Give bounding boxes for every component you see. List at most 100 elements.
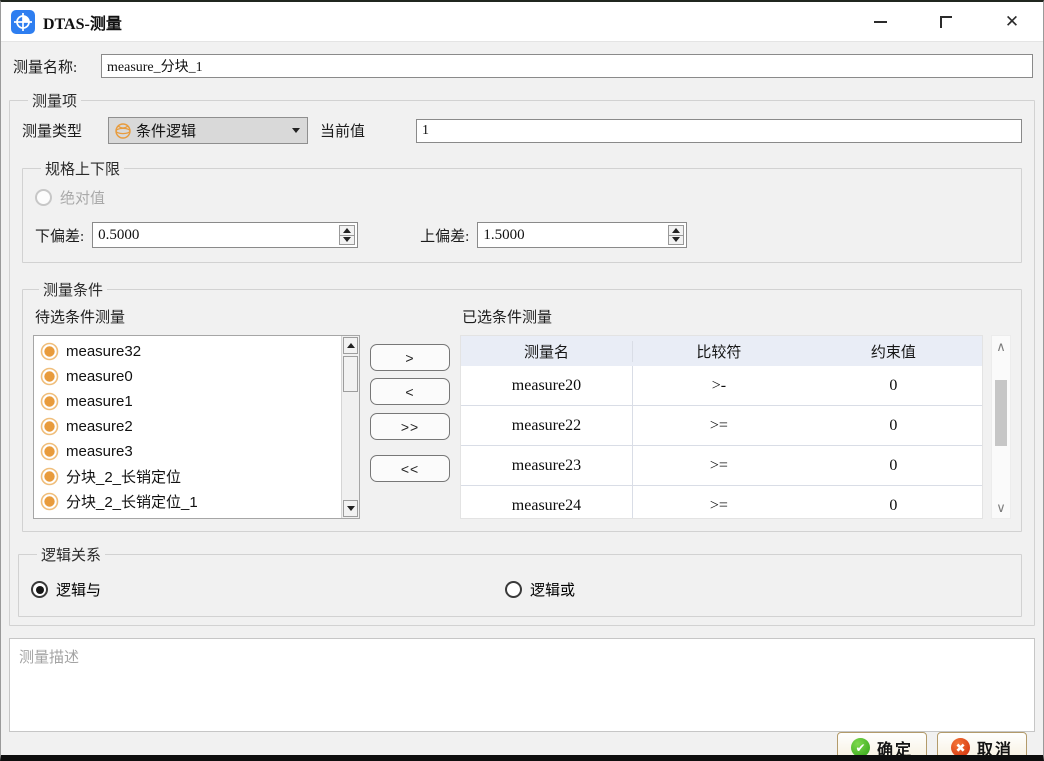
move-right-button[interactable]: >	[370, 344, 450, 371]
x-circle-icon: ✖	[951, 738, 970, 757]
list-item-label: measure3	[66, 443, 133, 460]
selected-measures-table[interactable]: 测量名 比较符 约束值 measure20>-0measure22>=0meas…	[460, 335, 983, 519]
upper-deviation-label: 上偏差:	[420, 225, 469, 246]
cell-constraint-value: 0	[805, 497, 982, 515]
lower-deviation-label: 下偏差:	[35, 225, 84, 246]
scrollbar-thumb[interactable]	[995, 380, 1007, 446]
chevron-down-icon	[292, 128, 300, 133]
list-item[interactable]: 分块_2_长销定位_1	[36, 489, 357, 514]
move-left-button[interactable]: <	[370, 378, 450, 405]
current-value-label: 当前值	[320, 120, 406, 141]
chevron-up-icon[interactable]: ∧	[992, 340, 1010, 353]
upper-deviation-value: 1.5000	[478, 223, 686, 244]
list-item[interactable]: 分块_2_长销定位	[36, 464, 357, 489]
cell-comparator: >=	[633, 497, 805, 515]
available-measures-label: 待选条件测量	[35, 306, 360, 327]
list-item-label: measure32	[66, 343, 141, 360]
move-all-right-button[interactable]: >>	[370, 413, 450, 440]
measure-icon	[40, 367, 59, 386]
table-row[interactable]: measure23>=0	[461, 446, 982, 486]
list-scrollbar[interactable]	[341, 336, 359, 518]
selected-measures-label: 已选条件测量	[462, 306, 1011, 327]
measure-item-legend: 测量项	[28, 90, 81, 111]
cell-measure-name: measure20	[461, 366, 633, 405]
measure-type-label: 测量类型	[22, 120, 108, 141]
minimize-button[interactable]	[863, 9, 897, 35]
measure-type-dropdown[interactable]: 条件逻辑	[108, 117, 308, 144]
column-header-constraint: 约束值	[805, 341, 982, 362]
title-bar: DTAS-测量 ✕	[1, 2, 1043, 42]
logic-and-radio[interactable]	[31, 581, 48, 598]
list-item-label: 分块_2_长销定位	[66, 466, 181, 487]
logic-or-radio[interactable]	[505, 581, 522, 598]
spin-down-button[interactable]	[669, 235, 683, 245]
arrow-down-icon	[343, 237, 351, 242]
list-item[interactable]: measure32	[36, 339, 357, 364]
cancel-button[interactable]: ✖ 取消	[937, 732, 1027, 761]
chevron-down-icon[interactable]: ∨	[992, 501, 1010, 514]
logic-relation-legend: 逻辑关系	[37, 544, 105, 565]
close-icon: ✕	[1005, 13, 1019, 30]
scroll-up-button[interactable]	[343, 337, 358, 354]
spin-up-button[interactable]	[340, 226, 354, 235]
measure-icon	[40, 492, 59, 511]
restore-button[interactable]	[929, 9, 963, 35]
dialog-window: DTAS-测量 ✕ 测量名称: 测量项 测量类型 条件逻辑 当前值	[0, 0, 1044, 761]
available-measures-list[interactable]: measure32 measure0 measure1 measure2 measure…	[33, 335, 360, 519]
logic-relation-group: 逻辑关系 逻辑与 逻辑或	[18, 544, 1022, 617]
cell-constraint-value: 0	[805, 377, 982, 395]
logic-and-label: 逻辑与	[56, 579, 101, 600]
measure-icon	[40, 467, 59, 486]
list-item-label: 分块_2_长销定位_1	[66, 491, 198, 512]
table-header-row: 测量名 比较符 约束值	[461, 336, 982, 366]
close-button[interactable]: ✕	[995, 9, 1029, 35]
transfer-buttons-column: > < >> <<	[360, 302, 460, 489]
absolute-value-radio[interactable]	[35, 189, 52, 206]
measure-icon	[40, 442, 59, 461]
arrow-down-icon	[347, 506, 355, 511]
list-item[interactable]: measure2	[36, 414, 357, 439]
logic-or-label: 逻辑或	[530, 579, 575, 600]
list-item[interactable]: measure3	[36, 439, 357, 464]
spec-limits-group: 规格上下限 绝对值 下偏差: 0.5000 上偏差: 1.5000	[22, 158, 1022, 263]
table-row[interactable]: measure22>=0	[461, 406, 982, 446]
spin-up-button[interactable]	[669, 226, 683, 235]
spin-down-button[interactable]	[340, 235, 354, 245]
measure-name-row: 测量名称:	[13, 54, 1033, 78]
app-logo-icon	[11, 10, 35, 34]
measure-conditions-legend: 测量条件	[39, 279, 107, 300]
cell-comparator: >-	[633, 377, 805, 395]
table-row[interactable]: measure20>-0	[461, 366, 982, 406]
measure-icon	[40, 342, 59, 361]
cell-measure-name: measure23	[461, 446, 633, 485]
scrollbar-thumb[interactable]	[343, 356, 358, 392]
current-value-input[interactable]	[416, 119, 1022, 143]
list-item-label: measure0	[66, 368, 133, 385]
measure-name-input[interactable]	[101, 54, 1033, 78]
list-item[interactable]: measure1	[36, 389, 357, 414]
measure-icon	[40, 417, 59, 436]
lower-deviation-spinbox[interactable]: 0.5000	[92, 222, 358, 248]
move-all-left-button[interactable]: <<	[370, 455, 450, 482]
list-item[interactable]: measure0	[36, 364, 357, 389]
table-row[interactable]: measure24>=0	[461, 486, 982, 519]
measure-description-textarea[interactable]	[9, 638, 1035, 732]
minimize-icon	[874, 21, 887, 23]
cell-comparator: >=	[633, 457, 805, 475]
measure-type-row: 测量类型 条件逻辑 当前值	[22, 117, 1022, 144]
ok-button[interactable]: ✔ 确定	[837, 732, 927, 761]
column-header-comparator: 比较符	[633, 341, 805, 362]
arrow-up-icon	[672, 228, 680, 233]
table-scrollbar[interactable]: ∧ ∨	[991, 335, 1011, 519]
window-title: DTAS-测量	[43, 10, 122, 34]
measure-type-value: 条件逻辑	[136, 120, 196, 141]
check-circle-icon: ✔	[851, 738, 870, 757]
arrow-up-icon	[347, 343, 355, 348]
cell-constraint-value: 0	[805, 457, 982, 475]
upper-deviation-spinbox[interactable]: 1.5000	[477, 222, 687, 248]
scroll-down-button[interactable]	[343, 500, 358, 517]
absolute-value-label: 绝对值	[60, 187, 105, 208]
list-item-label: measure2	[66, 418, 133, 435]
lower-deviation-value: 0.5000	[93, 223, 357, 244]
cell-measure-name: measure24	[461, 486, 633, 519]
